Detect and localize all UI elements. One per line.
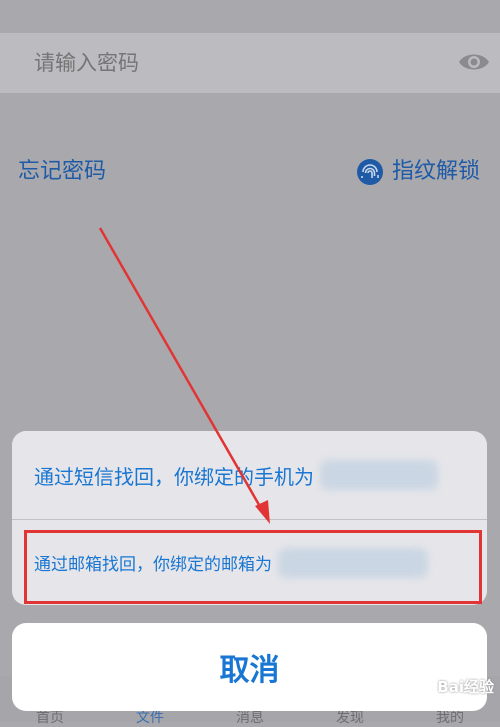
annotation-arrow <box>98 227 270 524</box>
recover-by-sms-option[interactable]: 通过短信找回，你绑定的手机为 <box>12 431 487 519</box>
watermark-logo: Bai经验 <box>437 678 494 696</box>
forgot-password-link[interactable]: 忘记密码 <box>18 155 106 189</box>
sms-option-label: 通过短信找回，你绑定的手机为 <box>34 464 314 489</box>
eye-icon[interactable] <box>458 51 490 73</box>
highlight-box <box>24 530 482 604</box>
fingerprint-unlock-button[interactable]: 指纹解锁 <box>356 155 480 189</box>
password-field-row <box>0 33 500 95</box>
password-input[interactable] <box>32 33 416 95</box>
phone-number-blurred <box>320 460 438 490</box>
fingerprint-icon <box>356 159 383 185</box>
cancel-button[interactable]: 取消 <box>12 623 487 711</box>
fingerprint-label: 指纹解锁 <box>391 159 480 184</box>
